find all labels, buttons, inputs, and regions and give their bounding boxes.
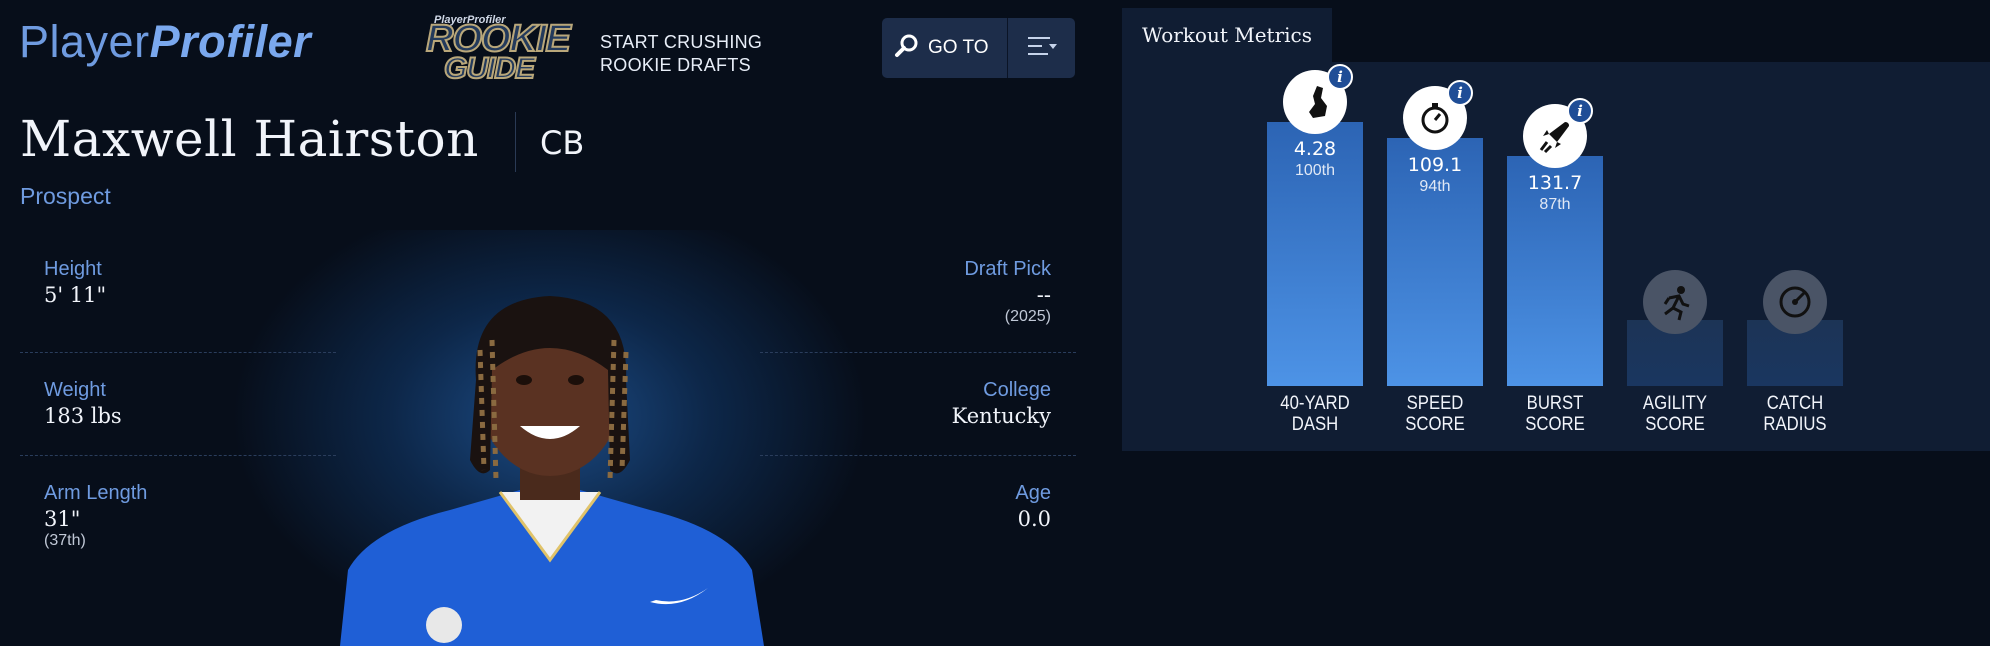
hamburger-menu-icon [1026,34,1058,62]
divider [20,455,336,456]
label-line2: SCORE [1525,414,1585,435]
bar-value: 131.7 [1527,172,1583,194]
label-line1: BURST [1526,393,1584,414]
rookie-promo-link[interactable]: START CRUSHING ROOKIE DRAFTS [600,31,762,77]
search-icon [894,33,920,63]
target-icon [1763,270,1827,334]
bar-40-yard-dash: i 4.28 100th [1267,60,1363,386]
rookie-guide-line2: GUIDE [443,52,536,85]
logo-text-profiler: Profiler [149,16,312,67]
goto-label: GO TO [928,37,989,58]
stat-college: College Kentucky [952,379,1051,428]
label-line2: SCORE [1645,414,1705,435]
stat-arm-length-percentile: (37th) [44,532,86,549]
stat-weight-label: Weight [44,379,106,401]
info-icon[interactable]: i [1447,80,1473,106]
rookie-guide-badge[interactable]: PlayerProfiler ROOKIE GUIDE [422,14,584,85]
stat-draft-pick-label: Draft Pick [964,258,1051,280]
runner-icon [1643,270,1707,334]
logo-text-player: Player [19,16,150,67]
bar-label-speed-score: SPEED SCORE [1382,393,1488,435]
divider [760,352,1076,353]
stat-draft-pick-year: (2025) [1004,308,1051,325]
bar-agility-score [1627,270,1723,386]
bar-burst-score: i 131.7 87th [1507,60,1603,386]
info-icon[interactable]: i [1327,64,1353,90]
player-silhouette [340,296,764,646]
player-photo [230,230,870,646]
menu-button[interactable] [1008,18,1075,78]
stat-height-value: 5' 11" [44,283,107,307]
stat-draft-pick-value: -- [1036,283,1051,307]
bar-label-agility-score: AGILITY SCORE [1622,393,1728,435]
bar-percentile: 87th [1539,196,1571,213]
rookie-guide-line1: ROOKIE [425,18,572,60]
label-line2: DASH [1291,414,1339,435]
bar-percentile: 100th [1294,162,1336,179]
stat-arm-length-value: 31" [44,507,81,531]
label-line1: CATCH [1766,393,1824,414]
bar-percentile: 94th [1419,178,1451,195]
stat-age: Age 0.0 [1015,482,1051,531]
promo-line1: START CRUSHING [600,32,763,52]
bar-speed-score: i 109.1 94th [1387,60,1483,386]
stat-college-label: College [983,379,1051,401]
stat-age-value: 0.0 [1017,507,1051,531]
stat-height: Height 5' 11" [44,258,106,307]
stat-weight: Weight 183 lbs [44,379,122,428]
player-name: Maxwell Hairston [20,110,479,168]
workout-metrics-tab[interactable]: Workout Metrics [1122,8,1332,62]
info-icon[interactable]: i [1567,98,1593,124]
divider [20,352,336,353]
workout-metrics-title: Workout Metrics [1142,23,1313,47]
stat-age-label: Age [1015,482,1051,504]
bar-catch-radius [1747,270,1843,386]
bar-value: 109.1 [1407,154,1463,176]
label-line1: AGILITY [1642,393,1708,414]
bar-label-burst-score: BURST SCORE [1502,393,1608,435]
promo-line2: ROOKIE DRAFTS [600,55,751,75]
label-line1: 40-YARD [1280,393,1350,414]
stat-height-label: Height [44,258,102,280]
player-position: CB [540,124,585,162]
label-line2: SCORE [1405,414,1465,435]
stat-arm-length-label: Arm Length [44,482,148,504]
player-status: Prospect [20,183,111,209]
bar-label-catch-radius: CATCH RADIUS [1742,393,1848,435]
bar-value: 4.28 [1293,138,1337,160]
playerprofiler-logo[interactable]: PlayerProfiler [19,16,311,68]
goto-button[interactable]: GO TO [882,18,1008,78]
label-line1: SPEED [1406,393,1464,414]
divider [760,455,1076,456]
stat-arm-length: Arm Length 31" (37th) [44,482,147,550]
bar-label-40-yard-dash: 40-YARD DASH [1262,393,1368,435]
name-divider [515,112,516,172]
stat-college-value: Kentucky [951,404,1051,428]
stat-weight-value: 183 lbs [44,404,122,428]
label-line2: RADIUS [1763,414,1827,435]
stat-draft-pick: Draft Pick -- (2025) [964,258,1051,326]
goto-group: GO TO [882,18,1075,78]
